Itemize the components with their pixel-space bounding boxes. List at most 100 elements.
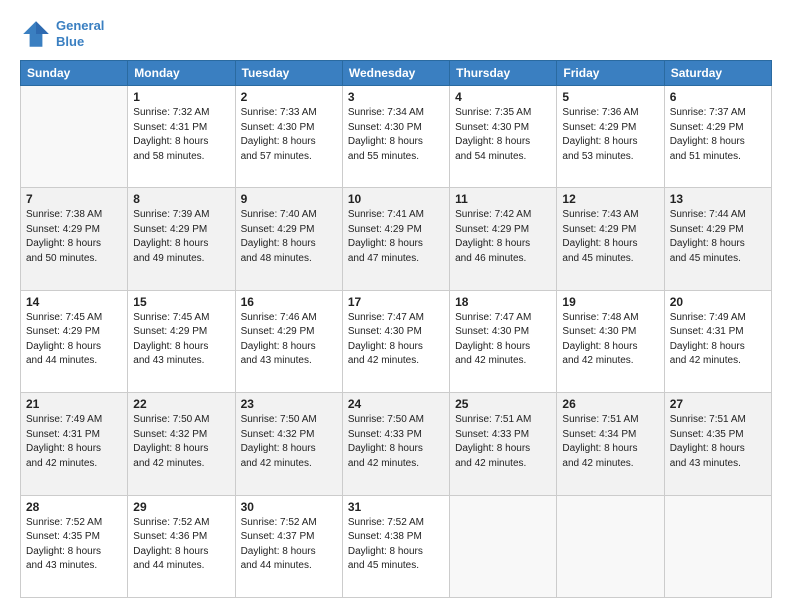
day-info: Sunrise: 7:49 AM Sunset: 4:31 PM Dayligh…: [26, 413, 122, 471]
day-number: 16: [241, 295, 337, 309]
day-info: Sunrise: 7:51 AM Sunset: 4:33 PM Dayligh…: [455, 413, 551, 471]
calendar-day-header: Sunday: [21, 61, 128, 86]
day-info: Sunrise: 7:33 AM Sunset: 4:30 PM Dayligh…: [241, 106, 337, 164]
day-info: Sunrise: 7:48 AM Sunset: 4:30 PM Dayligh…: [562, 311, 658, 369]
day-info: Sunrise: 7:52 AM Sunset: 4:36 PM Dayligh…: [133, 516, 229, 574]
calendar-cell: 1Sunrise: 7:32 AM Sunset: 4:31 PM Daylig…: [128, 86, 235, 188]
calendar-week-row: 1Sunrise: 7:32 AM Sunset: 4:31 PM Daylig…: [21, 86, 772, 188]
day-info: Sunrise: 7:38 AM Sunset: 4:29 PM Dayligh…: [26, 208, 122, 266]
day-number: 18: [455, 295, 551, 309]
page: General Blue SundayMondayTuesdayWednesda…: [0, 0, 792, 612]
day-info: Sunrise: 7:42 AM Sunset: 4:29 PM Dayligh…: [455, 208, 551, 266]
day-info: Sunrise: 7:44 AM Sunset: 4:29 PM Dayligh…: [670, 208, 766, 266]
day-info: Sunrise: 7:52 AM Sunset: 4:37 PM Dayligh…: [241, 516, 337, 574]
header: General Blue: [20, 18, 772, 50]
calendar-week-row: 7 Sunrise: 7:38 AM Sunset: 4:29 PM Daylig…: [21, 188, 772, 290]
calendar-week-row: 14 Sunrise: 7:45 AM Sunset: 4:29 PM Dayli…: [21, 290, 772, 392]
day-number: 10: [348, 192, 444, 206]
day-info: Sunrise: 7:35 AM Sunset: 4:30 PM Dayligh…: [455, 106, 551, 164]
day-info: Sunrise: 7:51 AM Sunset: 4:35 PM Dayligh…: [670, 413, 766, 471]
calendar-day-header: Thursday: [450, 61, 557, 86]
day-number: 26: [562, 397, 658, 411]
day-number: 20: [670, 295, 766, 309]
day-number: 19: [562, 295, 658, 309]
day-number: 30: [241, 500, 337, 514]
day-info: Sunrise: 7:47 AM Sunset: 4:30 PM Dayligh…: [348, 311, 444, 369]
day-info: Sunrise: 7:41 AM Sunset: 4:29 PM Dayligh…: [348, 208, 444, 266]
calendar-week-row: 21Sunrise: 7:49 AM Sunset: 4:31 PM Dayli…: [21, 393, 772, 495]
day-number: 2: [241, 90, 337, 104]
day-number: 9: [241, 192, 337, 206]
day-info: Sunrise: 7:40 AM Sunset: 4:29 PM Dayligh…: [241, 208, 337, 266]
day-number: 24: [348, 397, 444, 411]
day-info: Sunrise: 7:52 AM Sunset: 4:35 PM Dayligh…: [26, 516, 122, 574]
calendar-cell: 26 Sunrise: 7:51 AM Sunset: 4:34 PM Dayli…: [557, 393, 664, 495]
day-number: 25: [455, 397, 551, 411]
day-number: 14: [26, 295, 122, 309]
calendar-cell: 3 Sunrise: 7:34 AM Sunset: 4:30 PM Daylig…: [342, 86, 449, 188]
logo-text: General Blue: [56, 18, 104, 49]
calendar-cell: 5 Sunrise: 7:36 AM Sunset: 4:29 PM Daylig…: [557, 86, 664, 188]
calendar-week-row: 28 Sunrise: 7:52 AM Sunset: 4:35 PM Dayli…: [21, 495, 772, 597]
day-info: Sunrise: 7:36 AM Sunset: 4:29 PM Dayligh…: [562, 106, 658, 164]
day-info: Sunrise: 7:34 AM Sunset: 4:30 PM Dayligh…: [348, 106, 444, 164]
day-info: Sunrise: 7:47 AM Sunset: 4:30 PM Dayligh…: [455, 311, 551, 369]
calendar-cell: 15Sunrise: 7:45 AM Sunset: 4:29 PM Dayli…: [128, 290, 235, 392]
day-number: 3: [348, 90, 444, 104]
calendar-day-header: Monday: [128, 61, 235, 86]
day-info: Sunrise: 7:45 AM Sunset: 4:29 PM Dayligh…: [26, 311, 122, 369]
calendar-day-header: Saturday: [664, 61, 771, 86]
calendar-day-header: Wednesday: [342, 61, 449, 86]
calendar-cell: 4Sunrise: 7:35 AM Sunset: 4:30 PM Daylig…: [450, 86, 557, 188]
calendar-table: SundayMondayTuesdayWednesdayThursdayFrid…: [20, 60, 772, 598]
calendar-cell: 31 Sunrise: 7:52 AM Sunset: 4:38 PM Dayli…: [342, 495, 449, 597]
day-info: Sunrise: 7:32 AM Sunset: 4:31 PM Dayligh…: [133, 106, 229, 164]
calendar-cell: 25 Sunrise: 7:51 AM Sunset: 4:33 PM Dayli…: [450, 393, 557, 495]
calendar-cell: [450, 495, 557, 597]
day-number: 31: [348, 500, 444, 514]
calendar-cell: 7 Sunrise: 7:38 AM Sunset: 4:29 PM Daylig…: [21, 188, 128, 290]
day-info: Sunrise: 7:51 AM Sunset: 4:34 PM Dayligh…: [562, 413, 658, 471]
day-info: Sunrise: 7:49 AM Sunset: 4:31 PM Dayligh…: [670, 311, 766, 369]
calendar-cell: [664, 495, 771, 597]
calendar-cell: 19 Sunrise: 7:48 AM Sunset: 4:30 PM Dayli…: [557, 290, 664, 392]
calendar-cell: 9 Sunrise: 7:40 AM Sunset: 4:29 PM Daylig…: [235, 188, 342, 290]
calendar-cell: 24 Sunrise: 7:50 AM Sunset: 4:33 PM Dayli…: [342, 393, 449, 495]
calendar-day-header: Tuesday: [235, 61, 342, 86]
day-info: Sunrise: 7:43 AM Sunset: 4:29 PM Dayligh…: [562, 208, 658, 266]
calendar-cell: 29 Sunrise: 7:52 AM Sunset: 4:36 PM Dayli…: [128, 495, 235, 597]
day-number: 29: [133, 500, 229, 514]
calendar-cell: 28 Sunrise: 7:52 AM Sunset: 4:35 PM Dayli…: [21, 495, 128, 597]
day-number: 13: [670, 192, 766, 206]
calendar-cell: 2 Sunrise: 7:33 AM Sunset: 4:30 PM Daylig…: [235, 86, 342, 188]
day-info: Sunrise: 7:45 AM Sunset: 4:29 PM Dayligh…: [133, 311, 229, 369]
calendar-cell: [557, 495, 664, 597]
day-number: 7: [26, 192, 122, 206]
calendar-cell: 22 Sunrise: 7:50 AM Sunset: 4:32 PM Dayli…: [128, 393, 235, 495]
day-info: Sunrise: 7:39 AM Sunset: 4:29 PM Dayligh…: [133, 208, 229, 266]
calendar-cell: 12 Sunrise: 7:43 AM Sunset: 4:29 PM Dayli…: [557, 188, 664, 290]
calendar-cell: 6 Sunrise: 7:37 AM Sunset: 4:29 PM Daylig…: [664, 86, 771, 188]
day-info: Sunrise: 7:46 AM Sunset: 4:29 PM Dayligh…: [241, 311, 337, 369]
day-number: 6: [670, 90, 766, 104]
logo-icon: [20, 18, 52, 50]
calendar-cell: 30 Sunrise: 7:52 AM Sunset: 4:37 PM Dayli…: [235, 495, 342, 597]
day-number: 28: [26, 500, 122, 514]
logo: General Blue: [20, 18, 104, 50]
calendar-header-row: SundayMondayTuesdayWednesdayThursdayFrid…: [21, 61, 772, 86]
calendar-cell: 16 Sunrise: 7:46 AM Sunset: 4:29 PM Dayli…: [235, 290, 342, 392]
day-info: Sunrise: 7:50 AM Sunset: 4:33 PM Dayligh…: [348, 413, 444, 471]
day-info: Sunrise: 7:50 AM Sunset: 4:32 PM Dayligh…: [133, 413, 229, 471]
day-number: 5: [562, 90, 658, 104]
calendar-cell: 10 Sunrise: 7:41 AM Sunset: 4:29 PM Dayli…: [342, 188, 449, 290]
calendar-cell: 27 Sunrise: 7:51 AM Sunset: 4:35 PM Dayli…: [664, 393, 771, 495]
day-info: Sunrise: 7:37 AM Sunset: 4:29 PM Dayligh…: [670, 106, 766, 164]
day-number: 11: [455, 192, 551, 206]
day-number: 22: [133, 397, 229, 411]
day-info: Sunrise: 7:52 AM Sunset: 4:38 PM Dayligh…: [348, 516, 444, 574]
day-number: 12: [562, 192, 658, 206]
day-number: 27: [670, 397, 766, 411]
calendar-cell: 20 Sunrise: 7:49 AM Sunset: 4:31 PM Dayli…: [664, 290, 771, 392]
calendar-cell: 17Sunrise: 7:47 AM Sunset: 4:30 PM Dayli…: [342, 290, 449, 392]
calendar-cell: 11 Sunrise: 7:42 AM Sunset: 4:29 PM Dayli…: [450, 188, 557, 290]
